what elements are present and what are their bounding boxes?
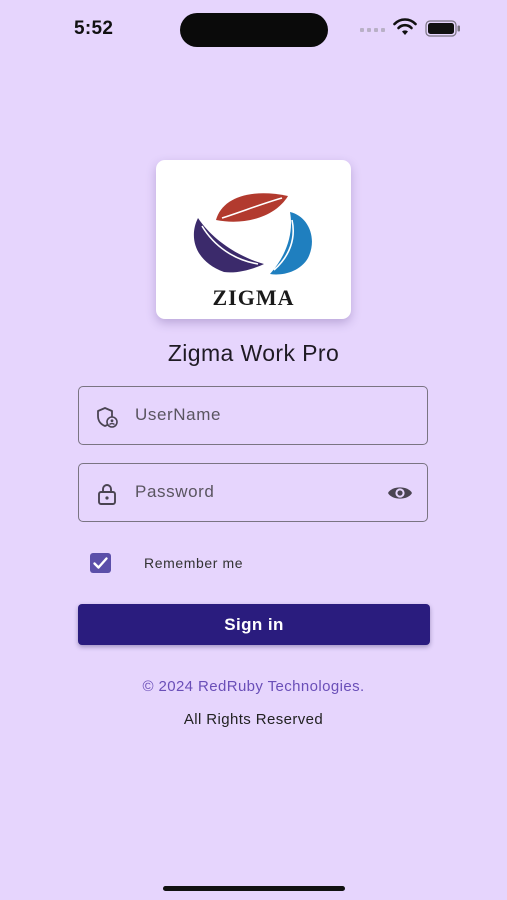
eye-icon[interactable] (387, 482, 413, 504)
rights-text: All Rights Reserved (183, 711, 324, 728)
status-bar: 5:52 (0, 0, 507, 60)
copyright-text: © 2024 RedRuby Technologies. (142, 678, 365, 695)
home-indicator[interactable] (163, 886, 345, 891)
remember-me-checkbox[interactable] (90, 553, 111, 573)
status-time: 5:52 (74, 18, 114, 39)
username-input[interactable] (135, 397, 375, 433)
logo-wordmark: ZIGMA (212, 285, 295, 310)
wifi-icon (393, 18, 417, 35)
user-shield-icon (97, 407, 118, 428)
checkmark-icon (93, 557, 108, 569)
app-logo: ZIGMA (156, 160, 351, 319)
remember-me-label: Remember me (144, 555, 244, 571)
username-field[interactable] (78, 386, 428, 445)
battery-icon (425, 20, 460, 37)
sign-in-button[interactable]: Sign in (78, 604, 430, 645)
zigma-leaves-logo-icon (193, 193, 312, 275)
dynamic-island (180, 13, 328, 47)
password-input[interactable] (135, 474, 375, 510)
lock-icon (98, 484, 116, 505)
password-field[interactable] (78, 463, 428, 522)
app-title: Zigma Work Pro (167, 340, 340, 366)
cellular-signal-icon (360, 28, 385, 32)
